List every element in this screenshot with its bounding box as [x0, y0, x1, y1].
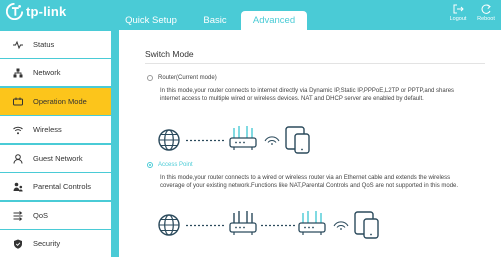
parental-icon: [13, 182, 23, 192]
router-mode-label: Router(Current mode): [158, 75, 217, 81]
logout-button[interactable]: Logout: [446, 3, 470, 22]
sidebar-item-label: QoS: [33, 211, 49, 220]
pulse-icon: [13, 40, 23, 50]
router-mode-option[interactable]: Router(Current mode): [147, 75, 217, 81]
sidebar-item-label: Guest Network: [33, 154, 83, 163]
access-point-option[interactable]: Access Point: [147, 162, 193, 168]
logout-icon: [453, 4, 464, 14]
sidebar-item-label: Parental Controls: [33, 182, 91, 191]
internet-globe-icon: [158, 214, 180, 236]
shield-icon: [13, 239, 23, 249]
sidebar-item-qos[interactable]: QoS: [0, 202, 111, 229]
tab-basic[interactable]: Basic: [190, 11, 240, 30]
network-icon: [13, 68, 23, 78]
tp-link-logo: tp-link: [6, 3, 66, 20]
wifi-icon: [13, 125, 23, 135]
section-divider: [145, 63, 485, 64]
logout-label: Logout: [449, 16, 467, 22]
reboot-button[interactable]: Reboot: [474, 3, 498, 22]
sidebar-item-label: Operation Mode: [33, 97, 87, 106]
access-point-diagram: [157, 210, 397, 240]
router-icon: [229, 126, 257, 150]
tab-quick-setup[interactable]: Quick Setup: [116, 11, 186, 30]
sidebar-item-guest-network[interactable]: Guest Network: [0, 145, 111, 172]
top-header: tp-link Quick Setup Basic Advanced Logou…: [0, 0, 501, 30]
operation-mode-icon: [13, 97, 23, 107]
internet-globe-icon: [158, 129, 180, 151]
reboot-label: Reboot: [477, 16, 495, 22]
sidebar-item-label: Wireless: [33, 125, 62, 134]
main-panel: Switch Mode Router(Current mode) In this…: [119, 30, 501, 257]
ethernet-link-line: [186, 224, 226, 227]
tp-link-logo-icon: [6, 3, 23, 20]
access-point-router-icon: [298, 211, 326, 235]
sidebar: Status Network Operation Mode Wireless G…: [0, 30, 111, 257]
sidebar-item-wireless[interactable]: Wireless: [0, 116, 111, 143]
tab-advanced[interactable]: Advanced: [241, 11, 307, 30]
wireless-signal-icon: [333, 221, 349, 230]
qos-icon: [13, 210, 23, 221]
devices-icon: [354, 211, 379, 239]
access-point-description: In this mode,your router connects to a w…: [160, 175, 459, 190]
sidebar-item-parental-controls[interactable]: Parental Controls: [0, 173, 111, 200]
reboot-icon: [481, 4, 491, 14]
section-title: Switch Mode: [145, 49, 194, 59]
devices-icon: [285, 126, 310, 154]
sidebar-item-network[interactable]: Network: [0, 59, 111, 86]
sidebar-item-operation-mode[interactable]: Operation Mode: [0, 88, 111, 115]
access-point-radio[interactable]: [147, 162, 153, 168]
router-mode-description: In this mode,your router connects to int…: [160, 88, 455, 103]
router-mode-diagram: [157, 125, 327, 155]
guest-icon: [13, 153, 23, 164]
router-mode-radio[interactable]: [147, 75, 153, 81]
wireless-signal-icon: [264, 136, 280, 145]
sidebar-item-status[interactable]: Status: [0, 31, 111, 58]
sidebar-item-label: Security: [33, 239, 61, 248]
ethernet-link-line: [186, 139, 226, 142]
main-router-icon: [229, 211, 257, 235]
sidebar-item-label: Network: [33, 68, 61, 77]
access-point-label: Access Point: [158, 162, 193, 168]
sidebar-item-security[interactable]: Security: [0, 230, 111, 257]
brand-name: tp-link: [26, 4, 67, 19]
ethernet-cable-line: [261, 224, 295, 227]
sidebar-item-label: Status: [33, 40, 55, 49]
